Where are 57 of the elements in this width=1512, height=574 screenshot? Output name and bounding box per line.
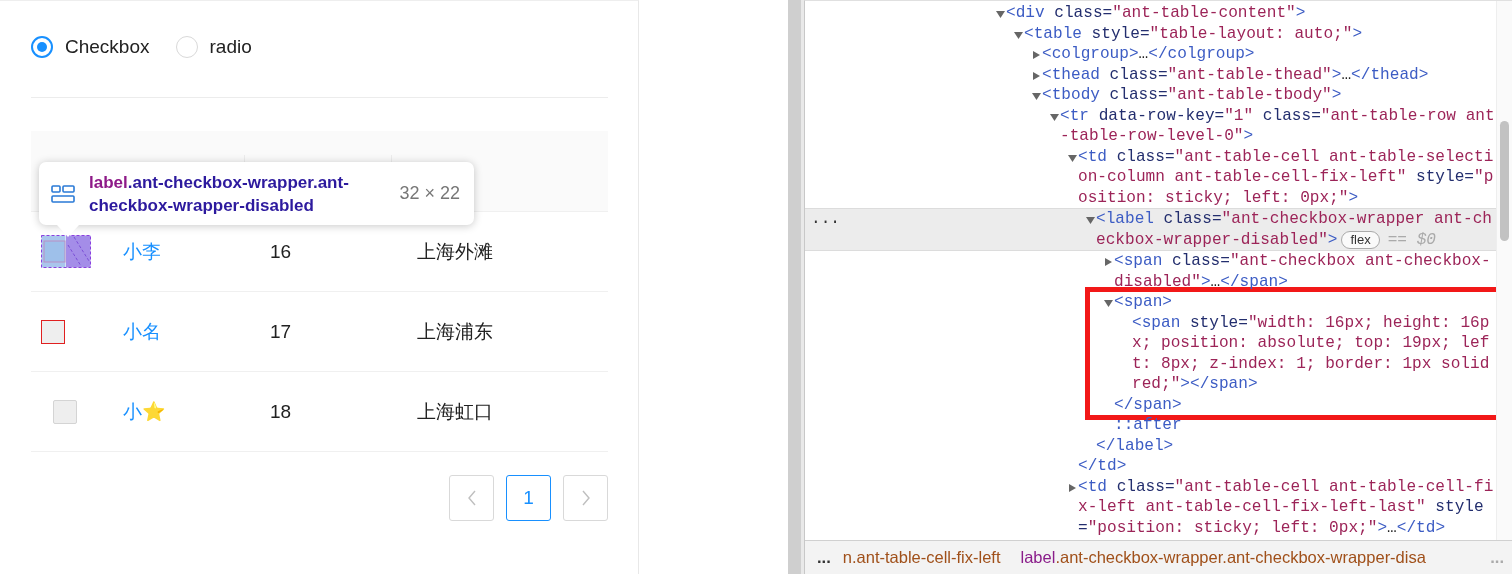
dom-node-markup[interactable]: <div class="ant-table-content"> (1006, 3, 1306, 24)
dom-node-markup[interactable]: <colgroup>…</colgroup> (1042, 44, 1255, 65)
radio-label[interactable]: Checkbox (65, 36, 150, 58)
dom-node-markup[interactable]: <thead class="ant-table-thead">…</thead> (1042, 64, 1429, 85)
disclosure-triangle-icon[interactable] (1103, 298, 1114, 308)
disclosure-triangle-icon[interactable] (1013, 29, 1024, 40)
dom-node-markup[interactable]: <span> (1114, 292, 1172, 313)
dom-node-markup[interactable]: <td class="ant-table-cell ant-table-selection-column ant-table-cell-fix-left" style="position: sticky; left: 0px;"> (1078, 146, 1496, 208)
disclosure-triangle-icon[interactable] (1031, 91, 1042, 101)
chevron-left-icon (466, 490, 477, 506)
disclosure-triangle-icon[interactable] (1049, 111, 1060, 122)
dom-tree-row[interactable]: <label class="ant-checkbox-wrapper ant-checkbox-wrapper-disabled"> flex == $0 ... (805, 208, 1496, 251)
dom-tree-row[interactable]: <td class="ant-table-cell ant-table-selection-column ant-table-cell-fix-left" style="position: sticky; left: 0px;"> (805, 146, 1496, 208)
dom-node-markup[interactable]: <label class="ant-checkbox-wrapper ant-checkbox-wrapper-disabled"> flex == $0 (1096, 209, 1496, 250)
dom-node-markup[interactable]: </span> (1114, 395, 1182, 414)
dom-tree-row[interactable]: <span class="ant-checkbox ant-checkbox-disabled">…</span> (805, 251, 1496, 292)
dom-tree-row[interactable]: <table style="table-layout: auto;"> (805, 23, 1496, 44)
breadcrumb-item[interactable]: n.ant-table-cell-fix-left (842, 548, 1011, 567)
table-cell-text: 上海浦东 (417, 319, 493, 344)
dom-tree-row[interactable]: <span> (1090, 292, 1496, 313)
scrollbar-thumb[interactable] (1500, 121, 1509, 241)
breadcrumb-item[interactable]: label.ant-checkbox-wrapper.ant-checkbox-wrapper-disa (1010, 548, 1436, 567)
table-cell: 16 (270, 240, 292, 263)
dom-node-markup[interactable]: </td> (1078, 457, 1127, 475)
disclosure-triangle-icon[interactable] (1085, 215, 1096, 225)
dom-tree-row[interactable]: <tr data-row-key="1" class="ant-table-row ant-table-row-level-0"> (805, 105, 1496, 147)
disclosure-triangle-icon[interactable] (1031, 70, 1042, 81)
element-size: 32 × 22 (399, 183, 460, 204)
dom-tree-row[interactable]: <td class="ant-table-cell ant-table-cell-fix-left ant-table-cell-fix-left-last" style="position: sticky; left: 0px;">…</td> (805, 476, 1496, 538)
dom-tree-row[interactable]: <thead class="ant-table-thead">…</thead> (805, 64, 1496, 85)
dom-tree-row[interactable]: <colgroup>…</colgroup> (805, 44, 1496, 65)
radio-label[interactable]: radio (209, 36, 252, 58)
dom-node-markup[interactable]: <td class="ant-table-cell ant-table-cell-fix-left ant-table-cell-fix-left-last" style="position: sticky; left: 0px;">…</td> (1078, 476, 1496, 538)
dom-node-markup[interactable]: <table style="table-layout: auto;"> (1024, 23, 1363, 44)
dom-tree-row[interactable]: <tbody class="ant-table-tbody"> (805, 85, 1496, 106)
chevron-right-icon (580, 490, 591, 506)
element-selector: label.ant-checkbox-wrapper.ant-checkbox-wrapper-disabled (89, 171, 350, 217)
table-cell: 18 (270, 400, 292, 423)
dom-node-markup[interactable]: ::after (1114, 415, 1182, 436)
dom-tree-row[interactable]: <div class="ant-table-content"> (805, 3, 1496, 24)
dom-node-markup[interactable]: </label> (1096, 436, 1174, 455)
dom-node-markup[interactable]: <tbody class="ant-table-tbody"> (1042, 85, 1342, 106)
disclosure-triangle-icon[interactable] (1031, 50, 1042, 60)
dom-node-markup[interactable]: <tr data-row-key="1" class="ant-table-row ant-table-row-level-0"> (1060, 105, 1496, 147)
radio-button[interactable] (31, 36, 53, 58)
disclosure-triangle-icon[interactable] (1067, 482, 1078, 493)
layout-icon (51, 184, 75, 203)
table-cell-text: 上海虹口 (417, 399, 493, 424)
table-cell: 17 (270, 320, 292, 343)
dom-tree-row[interactable]: ::after (805, 415, 1496, 436)
disclosure-triangle-icon[interactable] (995, 9, 1006, 19)
more-button[interactable]: ... (811, 209, 840, 230)
disclosure-triangle-icon[interactable] (1103, 257, 1114, 267)
dom-node-markup[interactable]: <span class="ant-checkbox ant-checkbox-disabled">…</span> (1114, 251, 1496, 292)
disclosure-triangle-icon[interactable] (1067, 152, 1078, 163)
table-cell-text: 上海外滩 (417, 239, 493, 264)
more-button[interactable]: ... (805, 548, 843, 567)
